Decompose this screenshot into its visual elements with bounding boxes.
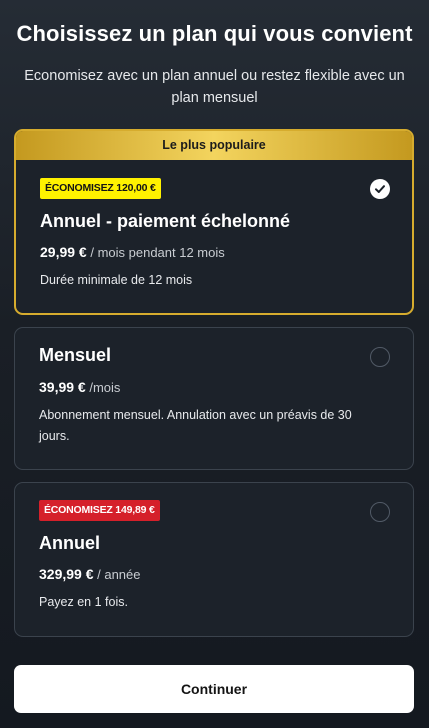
- radio-empty-icon[interactable]: [370, 347, 390, 367]
- page-subtitle: Economisez avec un plan annuel ou restez…: [24, 68, 405, 106]
- radio-empty-icon[interactable]: [370, 502, 390, 522]
- plan-card-annual-installments[interactable]: Le plus populaire ÉCONOMISEZ 120,00 € An…: [14, 129, 414, 315]
- plan-price-line: 39,99 € /mois: [39, 379, 120, 395]
- plan-name: Annuel - paiement échelonné: [40, 211, 291, 231]
- plan-name: Mensuel: [39, 345, 112, 365]
- plan-description: Durée minimale de 12 mois: [40, 273, 193, 287]
- plan-price-suffix: / année: [97, 567, 141, 582]
- checkmark-icon[interactable]: [370, 179, 390, 199]
- checkmark-glyph: [375, 185, 385, 193]
- plan-price-line: 29,99 € / mois pendant 12 mois: [40, 244, 225, 260]
- savings-badge: ÉCONOMISEZ 120,00 €: [40, 178, 161, 199]
- page-title: Choisissez un plan qui vous convient: [16, 21, 413, 46]
- plan-price-line: 329,99 € / année: [39, 566, 141, 582]
- plan-card-annual[interactable]: ÉCONOMISEZ 149,89 € Annuel 329,99 € / an…: [14, 482, 414, 637]
- continue-button[interactable]: Continuer: [14, 665, 414, 713]
- plan-description: Payez en 1 fois.: [39, 595, 128, 609]
- plan-price: 329,99 €: [39, 566, 94, 582]
- plan-price: 39,99 €: [39, 379, 86, 395]
- plan-description: Abonnement mensuel. Annulation avec un p…: [39, 408, 352, 443]
- plan-price: 29,99 €: [40, 244, 87, 260]
- plan-price-suffix: /mois: [89, 380, 121, 395]
- savings-badge: ÉCONOMISEZ 149,89 €: [39, 500, 160, 521]
- popular-banner: Le plus populaire: [16, 131, 412, 160]
- plan-card-monthly[interactable]: Mensuel 39,99 € /mois Abonnement mensuel…: [14, 327, 414, 470]
- plan-price-suffix: / mois pendant 12 mois: [90, 245, 225, 260]
- plan-name: Annuel: [39, 533, 100, 553]
